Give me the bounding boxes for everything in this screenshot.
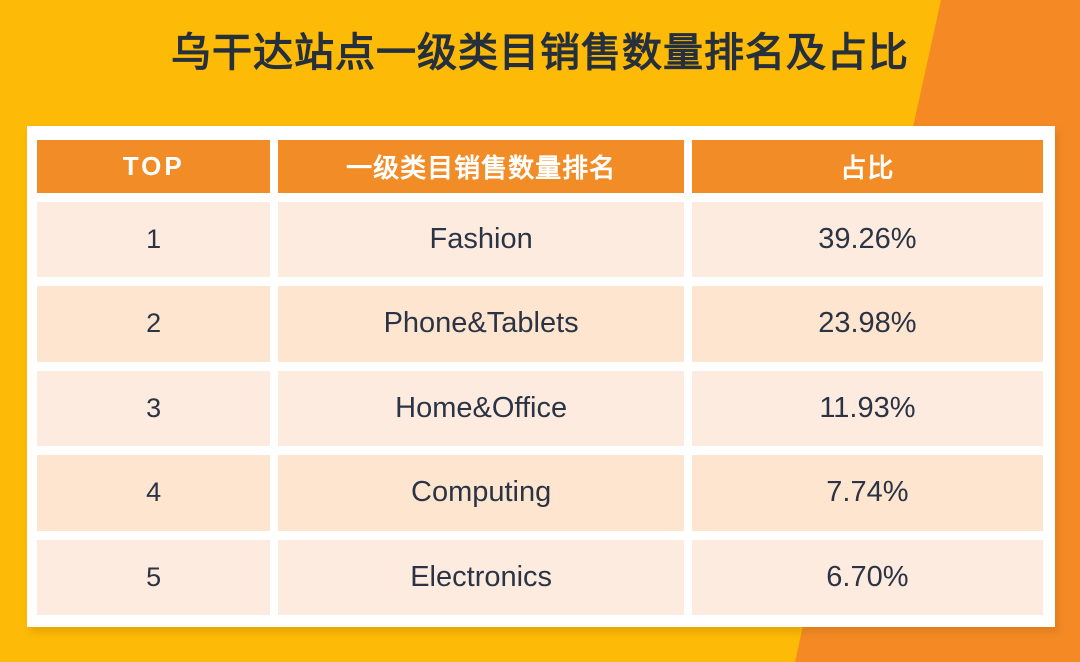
- table-header-row: TOP 一级类目销售数量排名 占比: [37, 140, 1043, 193]
- cell-category: Home&Office: [277, 370, 685, 447]
- table-row: 4 Computing 7.74%: [37, 455, 1043, 531]
- table-row: 5 Electronics 6.70%: [37, 539, 1043, 615]
- table-row: 1 Fashion 39.26%: [37, 201, 1043, 278]
- cell-share: 11.93%: [691, 370, 1043, 447]
- cell-category: Fashion: [277, 201, 685, 278]
- cell-rank: 5: [37, 539, 271, 615]
- cell-category: Electronics: [277, 539, 685, 615]
- column-header-rank: TOP: [37, 140, 271, 193]
- ranking-table-card: TOP 一级类目销售数量排名 占比 1 Fashion 39.26% 2 Pho…: [27, 126, 1055, 627]
- column-header-share: 占比: [691, 140, 1043, 193]
- cell-rank: 1: [37, 201, 271, 278]
- cell-category: Computing: [277, 455, 685, 531]
- page-title-text: 乌干达站点一级类目销售数量排名及占比: [171, 31, 909, 75]
- column-header-category: 一级类目销售数量排名: [277, 140, 685, 193]
- cell-category: Phone&Tablets: [277, 286, 685, 362]
- cell-rank: 3: [37, 370, 271, 447]
- cell-share: 6.70%: [691, 539, 1043, 615]
- page-title: 乌干达站点一级类目销售数量排名及占比: [0, 28, 1080, 78]
- table-row: 3 Home&Office 11.93%: [37, 370, 1043, 447]
- ranking-table: TOP 一级类目销售数量排名 占比 1 Fashion 39.26% 2 Pho…: [37, 140, 1043, 615]
- table-row: 2 Phone&Tablets 23.98%: [37, 286, 1043, 362]
- cell-share: 39.26%: [691, 201, 1043, 278]
- cell-rank: 2: [37, 286, 271, 362]
- cell-share: 23.98%: [691, 286, 1043, 362]
- cell-rank: 4: [37, 455, 271, 531]
- cell-share: 7.74%: [691, 455, 1043, 531]
